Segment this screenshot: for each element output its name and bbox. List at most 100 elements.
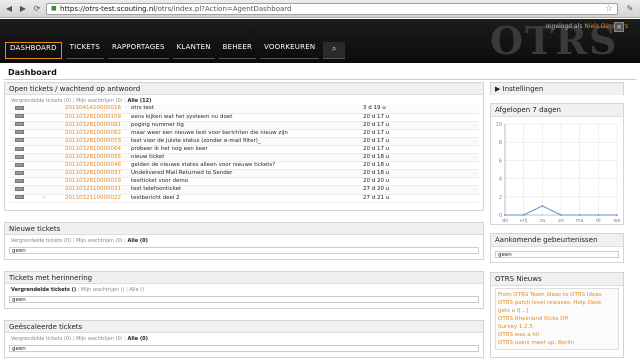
table-row[interactable]: 2011032810000073 test voor de juiste stat…	[9, 137, 479, 146]
ticket-number[interactable]: 2011032110000031	[65, 186, 131, 194]
news-link[interactable]: OTRS patch level releases: Help Desk	[498, 299, 618, 307]
filter-all[interactable]: Alle (0)	[127, 238, 147, 244]
news-link[interactable]: Survey 1.2.5	[498, 323, 618, 331]
filter-my-queues[interactable]: Mijn wachtrijen (0)	[76, 336, 123, 342]
filter-locked[interactable]: Vergrendelde tickets (0)	[11, 98, 71, 104]
ticket-title[interactable]: testticket voor demo	[131, 178, 363, 186]
news-link[interactable]: gets a t[...]	[498, 307, 618, 315]
lock-icon: ■	[51, 5, 57, 12]
data-point	[541, 205, 544, 207]
table-row[interactable]: 2011041410000016 otrs test 3 d 19 u	[9, 105, 479, 114]
filter-my-queues[interactable]: Mijn wachtrijen (0)	[76, 98, 123, 104]
lock-icon: ☆	[33, 194, 47, 201]
ticket-number[interactable]: 2011032810000064	[65, 145, 131, 153]
stats-chart: 0246810do vrij za zo ma di wo	[496, 122, 621, 224]
menu-rapportages[interactable]: RAPPORTAGES	[108, 42, 169, 59]
ticket-number[interactable]: 2011032810000019	[65, 178, 131, 186]
logout-icon[interactable]: ×	[614, 22, 624, 32]
filter-locked[interactable]: Vergrendelde tickets (0)	[11, 238, 71, 244]
back-icon[interactable]: ◀	[3, 3, 15, 15]
y-tick-label: 6	[499, 158, 502, 164]
table-row[interactable]: 2011032810000046 gelden de nieuwe states …	[9, 162, 479, 170]
filter-all[interactable]: Alle ()	[129, 287, 144, 293]
table-row[interactable]: 2011032110000031 test telefoonticket 27 d …	[9, 185, 479, 195]
ticket-title[interactable]: test voor de juiste status (zonder e-mai…	[131, 137, 363, 145]
ticket-number[interactable]: 2011032110000022	[65, 194, 131, 202]
table-row[interactable]: 2011032810000019 testticket voor demo 20 d…	[9, 178, 479, 186]
news-link[interactable]: OTRS users meet up: Berlin	[498, 339, 618, 347]
new-tickets-filters: Vergrendelde tickets (0) | Mijn wachtrij…	[11, 238, 148, 244]
ticket-number[interactable]: 2011041410000016	[65, 105, 131, 113]
filter-all[interactable]: Alle (0)	[127, 336, 147, 342]
address-bar[interactable]: ■ https://otrs-test.scouting.nl/otrs/ind…	[46, 3, 618, 15]
ticket-title[interactable]: maar weer een nieuwe test voor berichten…	[131, 129, 363, 137]
ticket-age: 20 d 17 u	[363, 121, 390, 128]
filter-locked[interactable]: Vergrendelde tickets ()	[11, 287, 76, 293]
menu-tickets[interactable]: TICKETS	[65, 42, 105, 59]
table-row[interactable]: 2011032810000055 nieuw ticket 20 d 18 u	[9, 153, 479, 162]
news-link[interactable]: OTRS Rheinland Kicks Off	[498, 315, 618, 323]
ticket-age: 20 d 18 u	[363, 170, 390, 177]
y-tick-label: 10	[496, 122, 502, 128]
ticket-number[interactable]: 2011032810000082	[65, 129, 131, 137]
news-link[interactable]: From OTRS Team Ideas to OTRS Ideas	[498, 291, 618, 299]
settings-toggle[interactable]: ▶ Instellingen	[490, 82, 624, 95]
filter-my-queues[interactable]: Mijn wachtrijen (0)	[76, 238, 123, 244]
table-row[interactable]: ☆ 2011032110000022 testbericht deel 2 27 d …	[9, 194, 479, 203]
empty-text: geen	[9, 296, 479, 303]
menu-beheer[interactable]: BEHEER	[218, 42, 257, 59]
filter-locked[interactable]: Vergrendelde tickets (0)	[11, 336, 71, 342]
ticket-title[interactable]: poging nummer tig	[131, 121, 363, 129]
escalated-tickets-title: Geëscaleerde tickets	[5, 321, 483, 333]
open-tickets-table: 2011041410000016 otrs test 3 d 19 u 2011032…	[9, 105, 479, 203]
news-title: OTRS Nieuws	[491, 273, 623, 286]
ticket-title[interactable]: probeer ik het nog een keer	[131, 145, 363, 153]
data-point	[541, 214, 544, 216]
ticket-title[interactable]: eens kijken wat het systeem nu doet	[131, 113, 363, 121]
reminder-tickets-title: Tickets met herinnering	[5, 272, 483, 284]
menu-voorkeuren[interactable]: VOORKEUREN	[260, 42, 320, 59]
search-icon[interactable]: ⌕	[323, 42, 346, 59]
menu-dashboard[interactable]: DASHBOARD	[5, 42, 62, 59]
ticket-state-icon	[9, 113, 33, 121]
ticket-title[interactable]: otrs test	[131, 105, 363, 113]
ticket-title[interactable]: gelden de nieuwe states alleen voor nieu…	[131, 162, 363, 170]
ticket-number[interactable]: 2011032810000073	[65, 137, 131, 145]
forward-icon[interactable]: ▶	[17, 3, 29, 15]
wrench-icon[interactable]: ✎	[624, 3, 636, 15]
reminder-tickets-widget: Tickets met herinnering Vergrendelde tic…	[4, 271, 484, 309]
url-text: https://otrs-test.scouting.nl/otrs/index…	[60, 5, 292, 13]
ticket-age: 20 d 20 u	[363, 178, 390, 185]
table-row[interactable]: 2011032810000037 Undelivered Mail Returne…	[9, 169, 479, 178]
data-point	[597, 214, 600, 216]
ticket-number[interactable]: 2011032810000109	[65, 113, 131, 121]
ticket-state-icon	[9, 129, 33, 137]
escalated-tickets-filters: Vergrendelde tickets (0) | Mijn wachtrij…	[11, 336, 148, 342]
table-row[interactable]: 2011032810000109 eens kijken wat het syst…	[9, 113, 479, 122]
table-row[interactable]: 2011032810000091 poging nummer tig 20 d 17…	[9, 121, 479, 130]
news-link[interactable]: OTRS was a hit	[498, 331, 618, 339]
ticket-age: 20 d 17 u	[363, 146, 390, 153]
menu-klanten[interactable]: KLANTEN	[172, 42, 215, 59]
browser-toolbar: ◀ ▶ ⟳ ■ https://otrs-test.scouting.nl/ot…	[0, 0, 640, 18]
ticket-state-icon	[9, 186, 33, 194]
ticket-title[interactable]: test telefoonticket	[131, 186, 363, 194]
ticket-title[interactable]: nieuw ticket	[131, 154, 363, 162]
ticket-number[interactable]: 2011032810000037	[65, 170, 131, 178]
reload-icon[interactable]: ⟳	[31, 3, 43, 15]
ticket-number[interactable]: 2011032810000055	[65, 154, 131, 162]
ticket-title[interactable]: testbericht deel 2	[131, 194, 363, 202]
filter-all[interactable]: Alle (12)	[127, 98, 151, 104]
ticket-state-icon	[9, 137, 33, 145]
filter-my-queues[interactable]: Mijn wachtrijen ()	[81, 287, 124, 293]
table-row[interactable]: 2011032810000082 maar weer een nieuwe tes…	[9, 129, 479, 138]
ticket-title[interactable]: Undelivered Mail Returned to Sender	[131, 170, 363, 178]
ticket-age: 3 d 19 u	[363, 105, 386, 112]
ticket-number[interactable]: 2011032810000091	[65, 121, 131, 129]
triangle-right-icon: ▶	[495, 85, 501, 93]
news-widget: OTRS Nieuws From OTRS Team Ideas to OTRS…	[490, 272, 624, 358]
x-tick-label: di	[596, 218, 601, 224]
ticket-number[interactable]: 2011032810000046	[65, 162, 131, 170]
table-row[interactable]: 2011032810000064 probeer ik het nog een k…	[9, 145, 479, 154]
bookmark-star-icon[interactable]: ☆	[605, 4, 613, 14]
